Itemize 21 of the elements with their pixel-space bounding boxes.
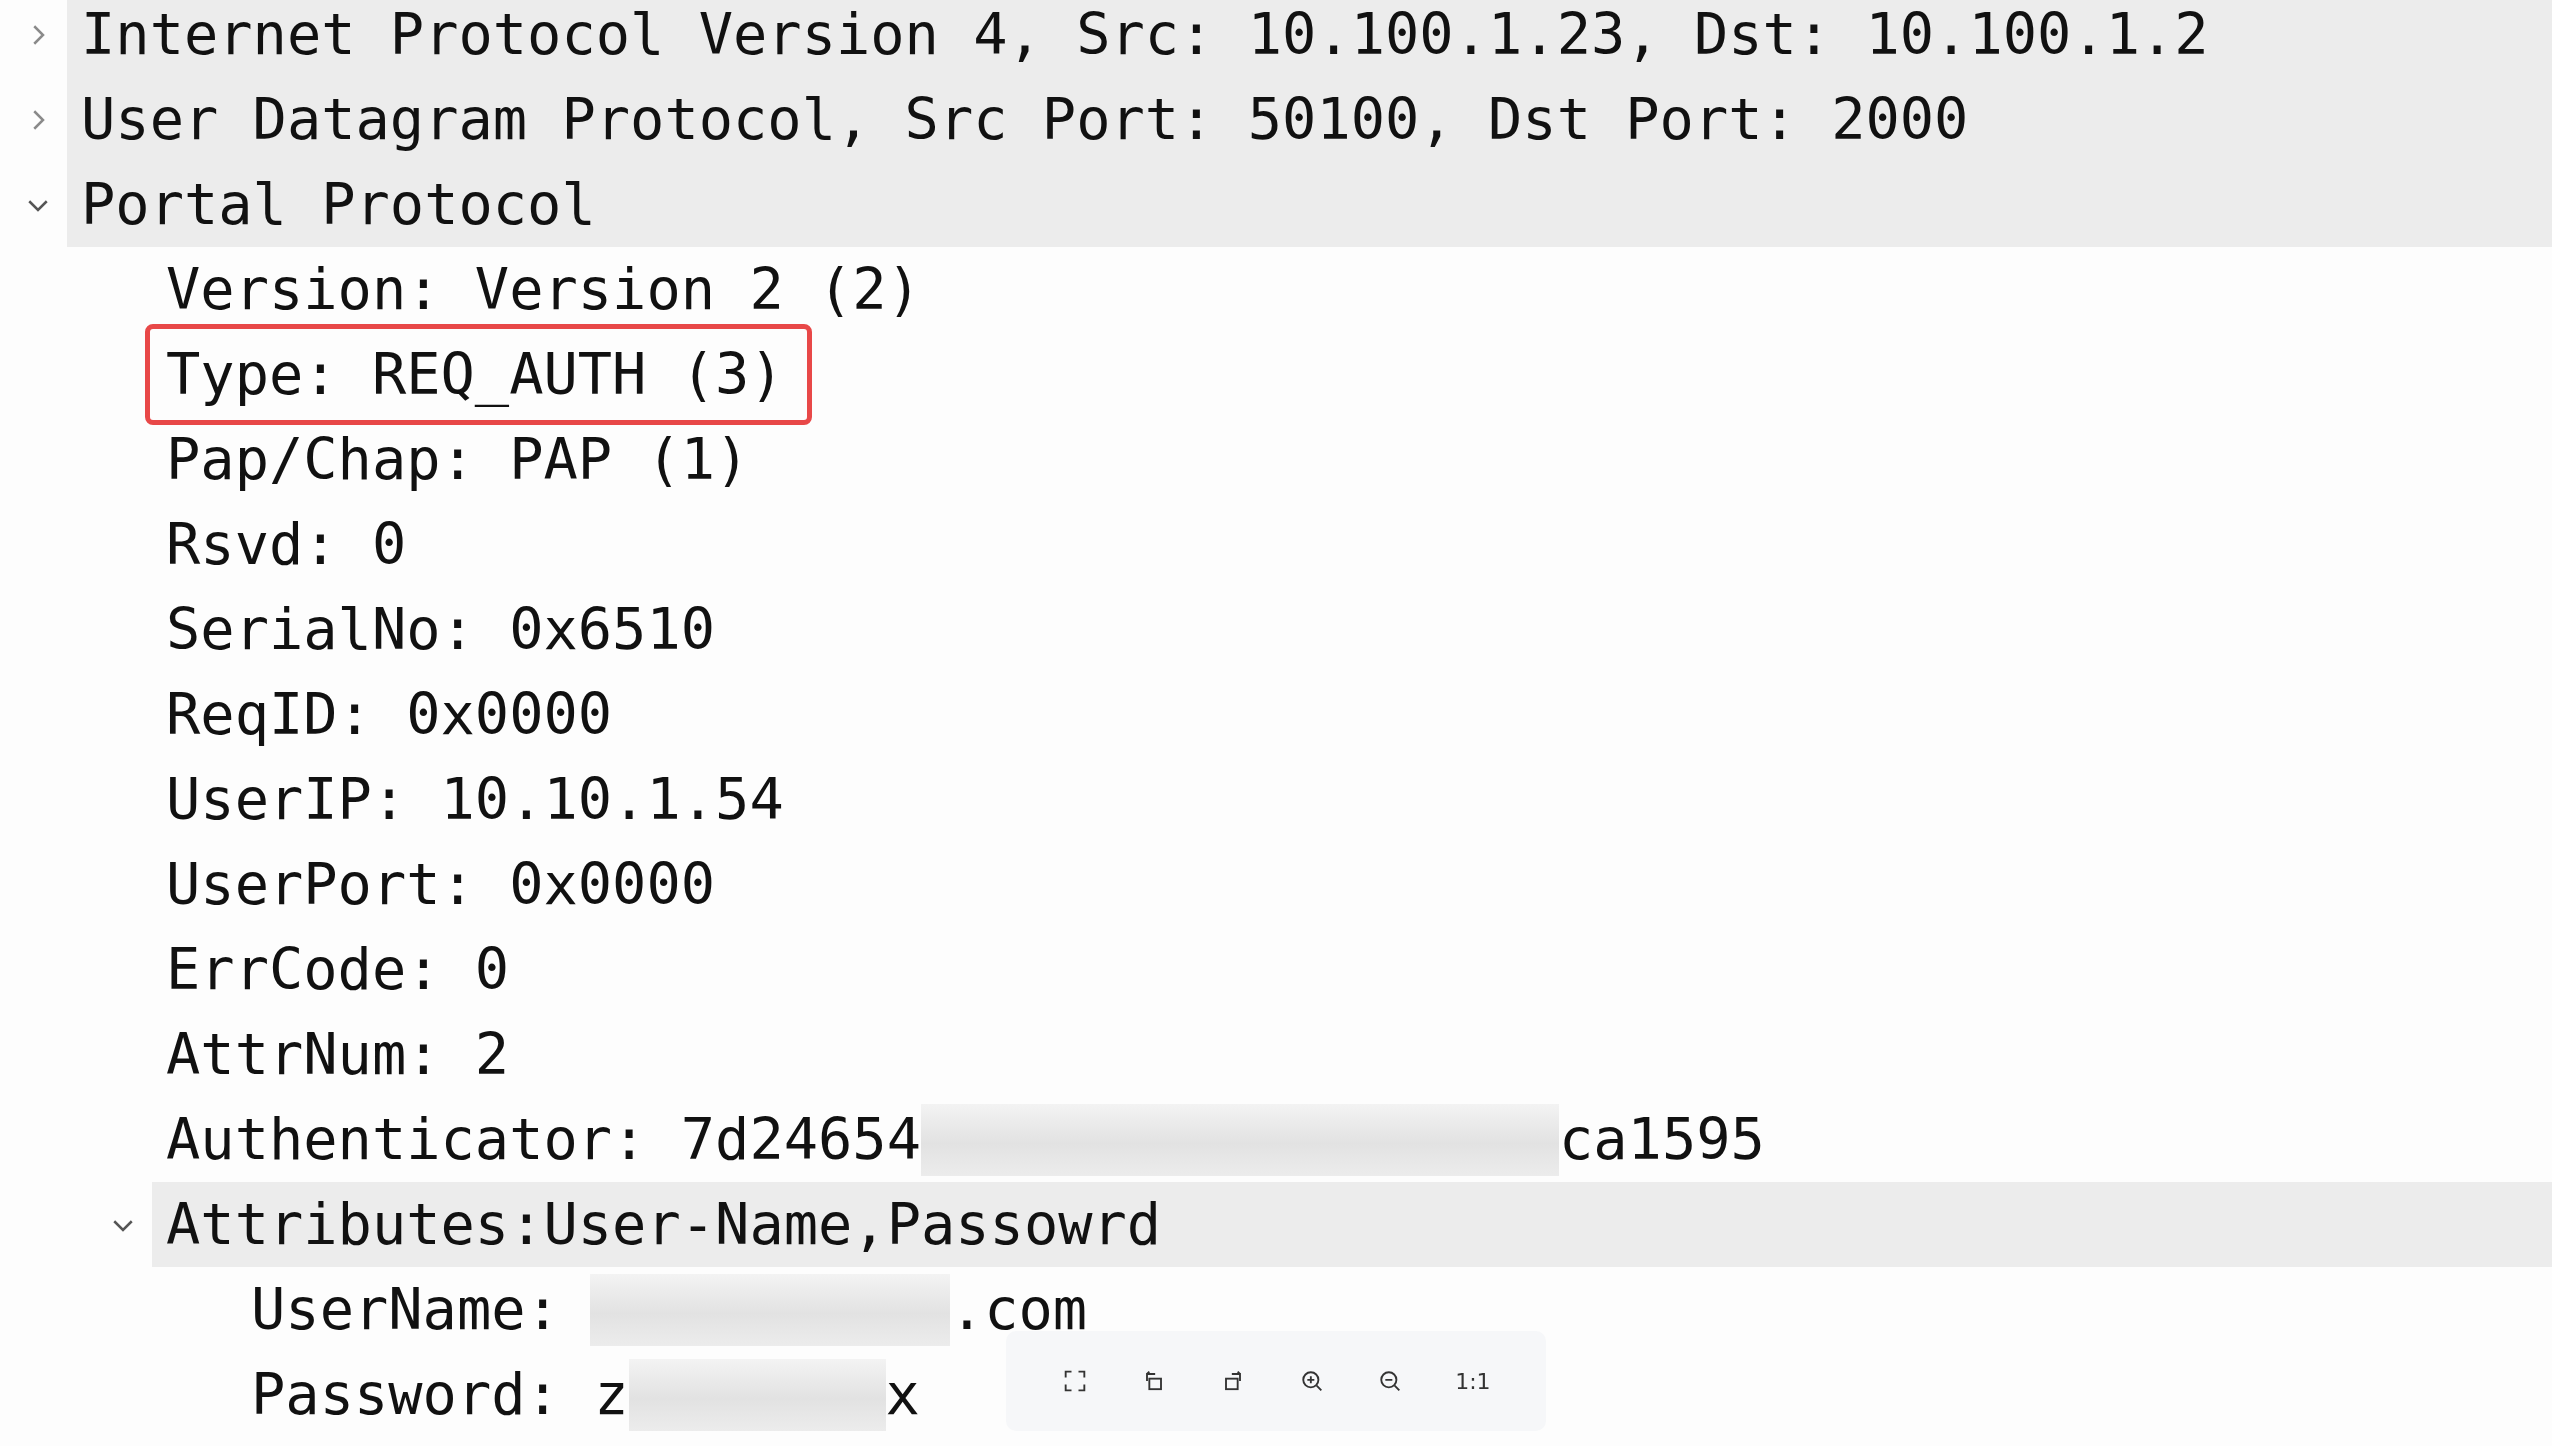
field-label: .com bbox=[949, 1275, 1088, 1344]
tree-node-label[interactable]: Attributes:User-Name,Passowrd bbox=[166, 1190, 1162, 1259]
field-label: AttrNum: 2 bbox=[166, 1020, 510, 1089]
field-label: UserIP: 10.10.1.54 bbox=[166, 765, 784, 834]
field-label: ReqID: 0x0000 bbox=[166, 680, 613, 749]
field-label: Authenticator: 7d24654 bbox=[166, 1105, 921, 1174]
field-label: Password: z bbox=[251, 1360, 629, 1429]
tree-node-label[interactable]: User Datagram Protocol, Src Port: 50100, Dst Port: 2000 bbox=[81, 85, 1969, 154]
field-label: ErrCode: 0 bbox=[166, 935, 510, 1004]
field-label: x bbox=[885, 1360, 920, 1429]
tree-node-label[interactable]: Portal Protocol bbox=[81, 170, 596, 239]
field-label: Type: REQ_AUTH (3) bbox=[166, 340, 784, 409]
field-label: Version: Version 2 (2) bbox=[166, 255, 921, 324]
field-label: SerialNo: 0x6510 bbox=[166, 595, 716, 664]
tree-node-label[interactable]: Internet Protocol Version 4, Src: 10.100.1.23, Dst: 10.100.1.2 bbox=[81, 0, 2209, 69]
field-label: Rsvd: 0 bbox=[166, 510, 407, 579]
field-label: Pap/Chap: PAP (1) bbox=[166, 425, 750, 494]
field-label: UserName: bbox=[251, 1275, 560, 1344]
actual-size-button[interactable]: 1:1 bbox=[1455, 1368, 1491, 1394]
field-label: ca1595 bbox=[1559, 1105, 1765, 1174]
field-label: UserPort: 0x0000 bbox=[166, 850, 716, 919]
